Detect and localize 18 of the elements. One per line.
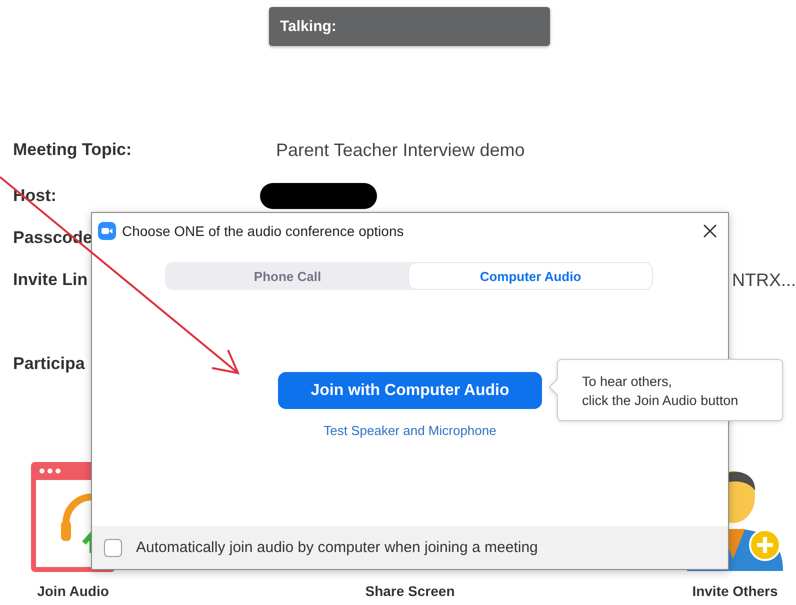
close-button[interactable] [702, 222, 718, 238]
camera-icon [98, 222, 116, 240]
talking-bar: Talking: [269, 7, 550, 46]
test-audio-link[interactable]: Test Speaker and Microphone [324, 423, 496, 438]
info-value: Parent Teacher Interview demo [276, 140, 525, 160]
checkbox-label: Automatically join audio by computer when joining a meeting [136, 539, 538, 556]
info-value: NTRX... [732, 270, 796, 290]
info-label: Meeting Topic: [13, 140, 132, 160]
toolbar-label[interactable]: Invite Others [692, 583, 778, 599]
audio-tab[interactable]: Phone Call [166, 263, 409, 289]
toolbar-label[interactable]: Share Screen [365, 583, 455, 599]
info-label: Participa [13, 354, 85, 374]
info-label: Invite Lin [13, 270, 88, 290]
audio-tab[interactable]: Computer Audio [409, 263, 652, 289]
auto-join-checkbox[interactable] [104, 538, 122, 556]
dialog-title: Choose ONE of the audio conference options [122, 222, 404, 238]
join-audio-button[interactable]: Join with Computer Audio [278, 372, 542, 409]
toolbar-label[interactable]: Join Audio [37, 583, 109, 599]
